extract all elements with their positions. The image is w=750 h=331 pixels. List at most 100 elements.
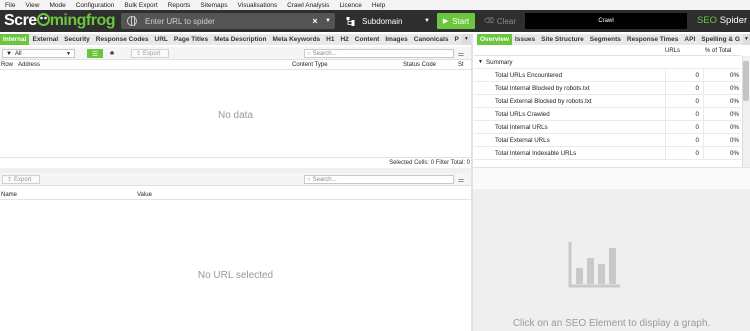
menu-reports[interactable]: Reports <box>163 2 196 9</box>
tab-segments[interactable]: Segments <box>587 34 624 45</box>
tab-canonicals[interactable]: Canonicals <box>411 34 452 45</box>
col-row[interactable]: Row <box>1 62 13 68</box>
search-icon: ○ <box>307 176 311 183</box>
col-percent-total[interactable]: % of Total <box>705 48 731 54</box>
menu-bulk-export[interactable]: Bulk Export <box>119 2 162 9</box>
row-pct: 0% <box>730 111 739 118</box>
brand-seo: SEO <box>697 15 718 26</box>
menu-file[interactable]: File <box>0 2 20 9</box>
tab-h2[interactable]: H2 <box>337 34 351 45</box>
col-value[interactable]: Value <box>137 192 152 198</box>
upper-column-header: Row Address Content Type Status Code St <box>0 61 471 70</box>
row-urls: 0 <box>695 98 699 105</box>
lower-column-settings-icon[interactable]: ⚌ <box>456 175 466 184</box>
tab-overview[interactable]: Overview <box>477 34 512 45</box>
upper-export-button[interactable]: ⇪ Export <box>131 49 169 58</box>
overview-scrollbar-thumb[interactable] <box>743 61 749 101</box>
tab-p[interactable]: P <box>451 34 461 45</box>
brand-label: SEO Spider <box>697 13 747 29</box>
row-pct: 0% <box>730 137 739 144</box>
subdomain-tree-icon <box>346 16 355 26</box>
col-content-type[interactable]: Content Type <box>292 62 328 68</box>
tab-response-codes[interactable]: Response Codes <box>93 34 152 45</box>
upper-bottom-divider <box>0 157 471 158</box>
lower-search-placeholder: Search... <box>312 176 337 183</box>
tab-site-structure[interactable]: Site Structure <box>538 34 587 45</box>
tab-content[interactable]: Content <box>352 34 383 45</box>
menu-view[interactable]: View <box>20 2 44 9</box>
col-name[interactable]: Name <box>1 192 17 198</box>
clear-button[interactable]: ⌫ Clear <box>481 13 519 29</box>
tab-external[interactable]: External <box>29 34 61 45</box>
row-urls: 0 <box>695 137 699 144</box>
table-row[interactable]: Total External URLs 0 0% <box>474 134 741 147</box>
col-urls[interactable]: URLs <box>665 48 680 54</box>
chevron-down-icon: ▼ <box>424 18 430 24</box>
menu-sitemaps[interactable]: Sitemaps <box>195 2 232 9</box>
table-row[interactable]: Total URLs Encountered 0 0% <box>474 69 741 82</box>
tree-view-button[interactable]: ♣ <box>104 49 120 58</box>
menu-help[interactable]: Help <box>367 2 390 9</box>
row-urls: 0 <box>695 150 699 157</box>
row-pct: 0% <box>730 85 739 92</box>
row-label: Total Internal Indexable URLs <box>495 150 577 157</box>
tab-issues[interactable]: Issues <box>512 34 538 45</box>
url-history-dropdown-icon[interactable]: ▼ <box>321 18 335 24</box>
start-button[interactable]: ▶ Start <box>437 13 475 29</box>
table-row[interactable]: Total External Blocked by robots.txt 0 0… <box>474 95 741 108</box>
lower-search-input[interactable]: ○ Search... <box>304 175 454 184</box>
row-urls: 0 <box>695 124 699 131</box>
summary-label: Summary <box>486 59 513 66</box>
table-row[interactable]: Total Internal Indexable URLs 0 0% <box>474 147 741 160</box>
tab-spelling-grammar[interactable]: Spelling & G <box>698 34 743 45</box>
upper-empty-message: No data <box>217 110 254 121</box>
list-view-button[interactable]: ☰ <box>87 49 103 58</box>
menu-visualisations[interactable]: Visualisations <box>233 2 283 9</box>
export-icon: ⇪ <box>136 51 142 57</box>
column-settings-icon[interactable]: ⚌ <box>456 49 466 58</box>
tab-meta-description[interactable]: Meta Description <box>211 34 269 45</box>
collapse-triangle-icon[interactable]: ▼ <box>478 59 483 65</box>
tab-api[interactable]: API <box>681 34 698 45</box>
brand-spider: Spider <box>719 15 748 26</box>
overview-column-header: URLs % of Total <box>474 47 741 56</box>
menu-licence[interactable]: Licence <box>334 2 366 9</box>
tab-response-times[interactable]: Response Times <box>624 34 682 45</box>
logo-text-start: Scre <box>4 12 37 29</box>
table-row[interactable]: Total Internal URLs 0 0% <box>474 121 741 134</box>
menu-mode[interactable]: Mode <box>44 2 70 9</box>
crawl-mode-dropdown[interactable]: Subdomain ▼ <box>340 13 434 29</box>
col-address[interactable]: Address <box>18 62 40 68</box>
upper-search-placeholder: Search... <box>312 50 337 57</box>
row-label: Total External Blocked by robots.txt <box>495 98 592 105</box>
upper-export-label: Export <box>143 50 161 57</box>
table-row[interactable]: Total URLs Crawled 0 0% <box>474 108 741 121</box>
tab-page-titles[interactable]: Page Titles <box>171 34 211 45</box>
tab-h1[interactable]: H1 <box>323 34 337 45</box>
lower-column-header: Name Value <box>0 191 471 200</box>
tab-security[interactable]: Security <box>61 34 93 45</box>
table-row[interactable]: Total Internal Blocked by robots.txt 0 0… <box>474 82 741 95</box>
lower-export-button[interactable]: ⇪ Export <box>2 175 40 184</box>
upper-search-input[interactable]: ○ Search... <box>304 49 454 58</box>
filter-select[interactable]: ▼ All ▼ <box>2 49 75 58</box>
menu-crawl-analysis[interactable]: Crawl Analysis <box>282 2 334 9</box>
menu-configuration[interactable]: Configuration <box>71 2 120 9</box>
row-label: Total External URLs <box>495 137 550 144</box>
row-pct: 0% <box>730 150 739 157</box>
tab-url[interactable]: URL <box>152 34 171 45</box>
tab-internal[interactable]: Internal <box>0 34 30 45</box>
search-icon: ○ <box>307 50 311 57</box>
tab-images[interactable]: Images <box>382 34 410 45</box>
left-tab-bar: Internal External Security Response Code… <box>0 34 471 45</box>
filter-funnel-icon: ▼ <box>6 50 12 57</box>
tab-meta-keywords[interactable]: Meta Keywords <box>269 34 323 45</box>
col-status-code[interactable]: Status Code <box>403 62 436 68</box>
filter-select-value: All <box>14 50 22 57</box>
tabs-overflow-dropdown-icon[interactable]: ▼ <box>461 34 471 45</box>
right-tabs-overflow-dropdown-icon[interactable]: ▼ <box>742 34 750 45</box>
url-input[interactable]: Enter URL to spider × ▼ <box>121 13 335 29</box>
col-st[interactable]: St <box>458 62 464 68</box>
clear-url-icon[interactable]: × <box>309 16 321 26</box>
summary-group-row[interactable]: ▼ Summary <box>474 56 741 69</box>
